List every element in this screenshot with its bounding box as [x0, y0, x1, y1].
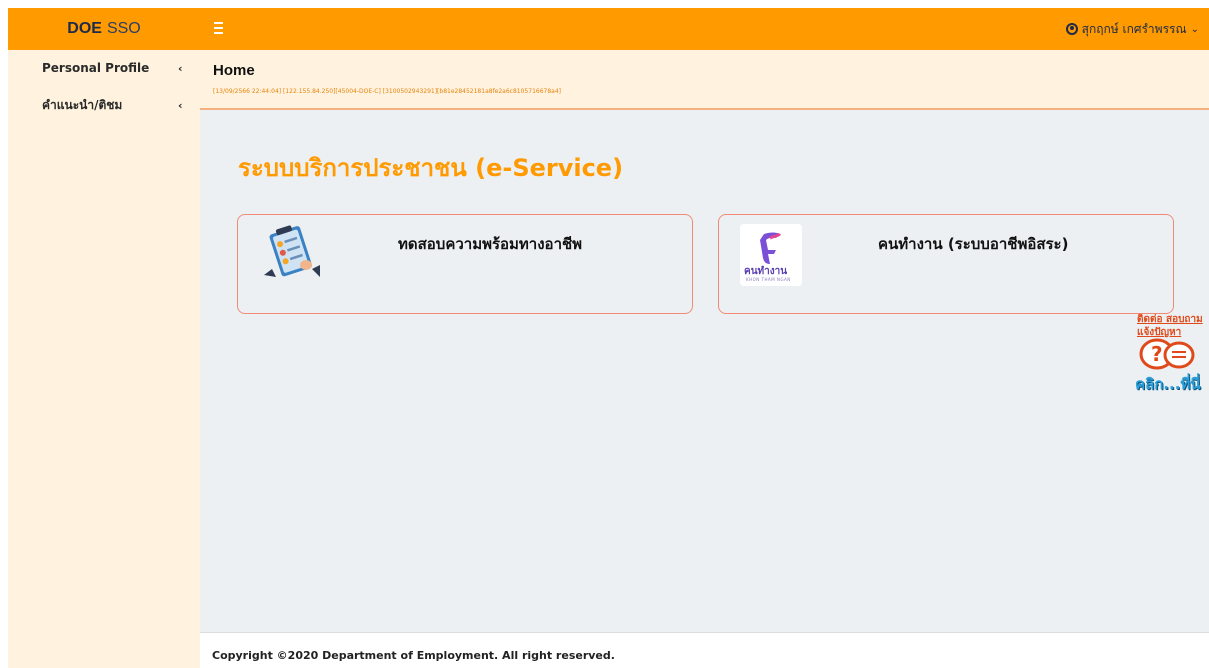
- job-readiness-icon: [264, 225, 320, 277]
- help-line3: คลิก...ที่นี่: [1135, 375, 1201, 393]
- sidebar-item-personal-profile[interactable]: Personal Profile ‹: [8, 53, 200, 83]
- brand-light: SSO: [106, 20, 141, 37]
- sidebar-item-label: Personal Profile: [42, 61, 150, 75]
- user-menu[interactable]: สุกฤกษ์ เกศรำพรรณ ⌄: [1065, 8, 1199, 50]
- user-name: สุกฤกษ์ เกศรำพรรณ: [1081, 21, 1187, 36]
- question-chat-icon: ?: [1139, 338, 1195, 370]
- sidebar-item-label: คำแนะนำ/ติชม: [42, 97, 123, 112]
- content-header: Home [13/09/2566 22:44:04] [122.155.84.2…: [200, 50, 1209, 110]
- service-card-khon-tham-ngan[interactable]: คนทำงาน KHON THAM NGAN คนทำงาน (ระบบอาชี…: [718, 214, 1174, 314]
- hamburger-icon[interactable]: [214, 20, 230, 36]
- page-title: Home: [213, 62, 255, 79]
- footer: Copyright ©2020 Department of Employment…: [200, 632, 1209, 668]
- brand-logo[interactable]: DOE SSO: [8, 8, 200, 50]
- footer-copyright: Copyright ©2020 Department of Employment…: [212, 649, 615, 662]
- brand-bold: DOE: [67, 20, 102, 37]
- logo-subtext: KHON THAM NGAN: [746, 277, 791, 282]
- chevron-down-icon: ⌄: [1190, 23, 1199, 35]
- service-card-label: ทดสอบความพร้อมทางอาชีพ: [398, 235, 583, 253]
- chevron-left-icon: ‹: [178, 61, 183, 75]
- service-card-label: คนทำงาน (ระบบอาชีพอิสระ): [878, 235, 1069, 253]
- service-card-job-readiness[interactable]: ทดสอบความพร้อมทางอาชีพ: [237, 214, 693, 314]
- sidebar-item-feedback[interactable]: คำแนะนำ/ติชม ‹: [8, 90, 200, 120]
- main-content: ระบบบริการประชาชน (e-Service) ทดสอบความพ…: [200, 110, 1209, 632]
- chevron-left-icon: ‹: [178, 98, 183, 112]
- top-navbar: DOE SSO สุกฤกษ์ เกศรำพรรณ ⌄: [8, 8, 1209, 50]
- service-title: ระบบบริการประชาชน (e-Service): [238, 154, 624, 182]
- khon-tham-ngan-logo: คนทำงาน KHON THAM NGAN: [740, 224, 802, 286]
- page: DOE SSO สุกฤกษ์ เกศรำพรรณ ⌄ Personal Pro…: [8, 0, 1209, 668]
- svg-text:?: ?: [1151, 342, 1163, 366]
- sidebar: Personal Profile ‹ คำแนะนำ/ติชม ‹: [8, 50, 200, 668]
- session-info: [13/09/2566 22:44:04] [122.155.84.250][4…: [213, 88, 561, 95]
- user-circle-icon: [1065, 23, 1078, 35]
- help-contact-badge[interactable]: ติดต่อ สอบถาม แจ้งปัญหา ? คลิก...ที่นี่: [1125, 312, 1209, 396]
